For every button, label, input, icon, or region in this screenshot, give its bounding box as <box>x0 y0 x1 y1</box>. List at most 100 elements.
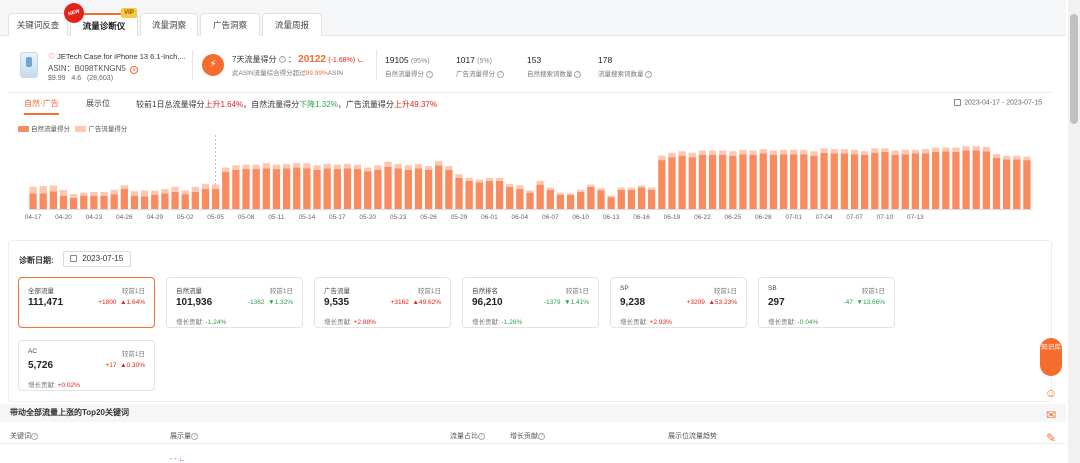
heart-icon[interactable]: ♡ <box>48 52 55 61</box>
rating: 4.6 <box>71 75 82 82</box>
x-tick-label: 05-14 <box>299 214 316 221</box>
product-thumbnail[interactable] <box>20 52 38 78</box>
x-tick-label: 06-25 <box>725 214 742 221</box>
bar-natural <box>810 155 818 209</box>
metric-card-natural[interactable]: 自然流量 较前1日 101,936 -1362 ▼1.32% 增长贡献: -1.2… <box>166 277 303 328</box>
bar-ad <box>556 192 565 195</box>
bar-ad <box>800 149 808 155</box>
bar-natural <box>1023 160 1031 209</box>
x-tick-label: 07-10 <box>877 214 894 221</box>
metric-card-ad[interactable]: 广告流量 较前1日 9,535 +3162 ▲49.62% 增长贡献: +2.88… <box>314 277 451 328</box>
bar-natural <box>130 195 139 209</box>
copy-icon[interactable]: a <box>130 66 139 74</box>
bar-ad <box>495 177 504 181</box>
legend-ad[interactable]: 广告流量得分 <box>88 126 127 133</box>
tab-ad-insight[interactable]: 广告洞察 <box>200 13 260 36</box>
metric-card-natural-rank[interactable]: 自然排名 较前1日 96,210 -1379 ▼1.41% 增长贡献: -1.26… <box>462 277 599 328</box>
bar-natural <box>942 151 950 209</box>
bar-ad <box>840 149 849 154</box>
review-count: (28,603) <box>86 75 114 82</box>
x-tick-label: 04-29 <box>146 214 163 221</box>
bar-natural <box>637 187 646 209</box>
bar-natural <box>587 186 595 209</box>
bar-ad <box>424 166 433 170</box>
bar-natural <box>262 168 270 209</box>
bar-natural <box>901 154 909 209</box>
scrollbar[interactable] <box>1068 0 1080 463</box>
question-icon[interactable]: ? <box>645 70 653 78</box>
x-tick-label: 07-04 <box>816 214 833 221</box>
bar-ad <box>607 195 615 198</box>
bar-natural <box>962 150 970 209</box>
x-tick-label: 05-02 <box>177 214 194 221</box>
partial-row-value: - - ∟ <box>170 456 186 463</box>
bar-natural <box>688 157 696 209</box>
bar-natural <box>59 195 68 209</box>
bar-ad <box>90 191 98 196</box>
bar-ad <box>475 179 483 183</box>
bar-natural <box>861 154 869 209</box>
question-icon[interactable]: ? <box>425 70 433 78</box>
scroll-thumb[interactable] <box>1070 14 1078 124</box>
bar-natural <box>191 191 199 209</box>
bar-natural <box>151 194 159 209</box>
question-icon[interactable]: ? <box>278 56 286 64</box>
metric-card-total[interactable]: 全部流量 较前1日 111,471 +1800 ▲1.64% <box>18 277 155 328</box>
col-header-traffic-share[interactable]: 流量占比? <box>450 431 485 441</box>
bar-natural <box>455 177 463 209</box>
trend-chart-panel: 自然·广告 展示位 较前1日总流量得分上升1.64%，自然流量得分下降1.32%… <box>8 92 1052 228</box>
bar-natural <box>668 157 676 209</box>
bar-natural <box>343 168 352 209</box>
bar-natural <box>769 154 778 209</box>
x-tick-label: 05-29 <box>451 214 468 221</box>
legend-natural[interactable]: 自然流量得分 <box>31 126 70 133</box>
bar-ad <box>201 183 210 190</box>
bar-ad <box>333 164 341 170</box>
question-icon[interactable]: ? <box>496 70 504 78</box>
metric-card-sp[interactable]: SP 较前1日 9,238 +3209 ▲53.23% 增长贡献: +2.93% <box>610 277 747 328</box>
bar-ad <box>871 148 879 153</box>
col-header-keyword[interactable]: 关键词? <box>10 431 38 441</box>
bar-ad <box>435 160 443 166</box>
bar-natural <box>353 169 362 209</box>
tab-natural-ad[interactable]: 自然·广告 <box>24 98 59 115</box>
bar-natural <box>171 191 179 209</box>
x-tick-label: 04-20 <box>55 214 72 221</box>
tab-traffic-insight[interactable]: 流量洞察 <box>140 13 198 36</box>
knowledge-base-button[interactable]: 知识库 <box>1040 338 1062 376</box>
diagnosis-section: 诊断日期: 2023-07-15 全部流量 较前1日 111,471 +1800 … <box>8 240 1052 402</box>
bar-natural <box>39 193 47 209</box>
bar-ad <box>637 185 646 188</box>
support-icon[interactable]: ☺ <box>1042 384 1060 402</box>
bar-ad <box>394 163 402 169</box>
col-header-growth-contrib[interactable]: 增长贡献? <box>510 431 545 441</box>
diagnosis-date-picker[interactable]: 2023-07-15 <box>63 251 131 267</box>
col-header-impressions[interactable]: 展示量? <box>170 431 198 441</box>
metric-card-ac[interactable]: AC 较前1日 5,726 +17 ▲0.30% 增长贡献: +0.02% <box>18 340 155 391</box>
bar-ad <box>222 167 230 172</box>
stat-ad-score: 1017 (5%) 广告流量得分 ? <box>456 55 504 78</box>
edit-icon[interactable]: ✎ <box>1042 429 1060 447</box>
bar-natural <box>719 154 727 209</box>
table-divider <box>0 443 1066 444</box>
bar-natural <box>161 193 169 209</box>
bar-natural <box>566 194 575 209</box>
tab-keyword-reverse[interactable]: 关键词反查 <box>8 13 68 36</box>
metric-card-sb[interactable]: SB 较前1日 297 -47 ▼13.66% 增长贡献: -0.04% <box>758 277 895 328</box>
bar-ad <box>282 163 291 169</box>
x-tick-label: 06-07 <box>542 214 559 221</box>
stat-natural-keywords: 153 自然搜索词数量 ? <box>527 55 582 78</box>
bar-natural <box>69 197 78 209</box>
date-range-picker[interactable]: 2023-04-17 - 2023-07-15 <box>954 99 1042 106</box>
tab-traffic-weekly[interactable]: 流量周报 <box>262 13 322 36</box>
stacked-bar-chart[interactable]: 04-17 04-20 04-23 04-26 04-29 05-02 05-05 05-08… <box>8 133 1052 229</box>
bar-ad <box>262 163 270 169</box>
tab-display-position[interactable]: 展示位 <box>86 98 110 109</box>
chat-icon[interactable]: ✉ <box>1042 406 1060 424</box>
asin-value[interactable]: B098TKNGN5 <box>75 64 126 73</box>
question-icon[interactable]: ? <box>574 70 582 78</box>
bar-ad <box>881 148 889 153</box>
bar-natural <box>658 160 666 209</box>
product-title[interactable]: ♡ JETech Case for iPhone 13 6.1-Inch,... <box>48 52 186 61</box>
bar-ad <box>211 184 220 190</box>
